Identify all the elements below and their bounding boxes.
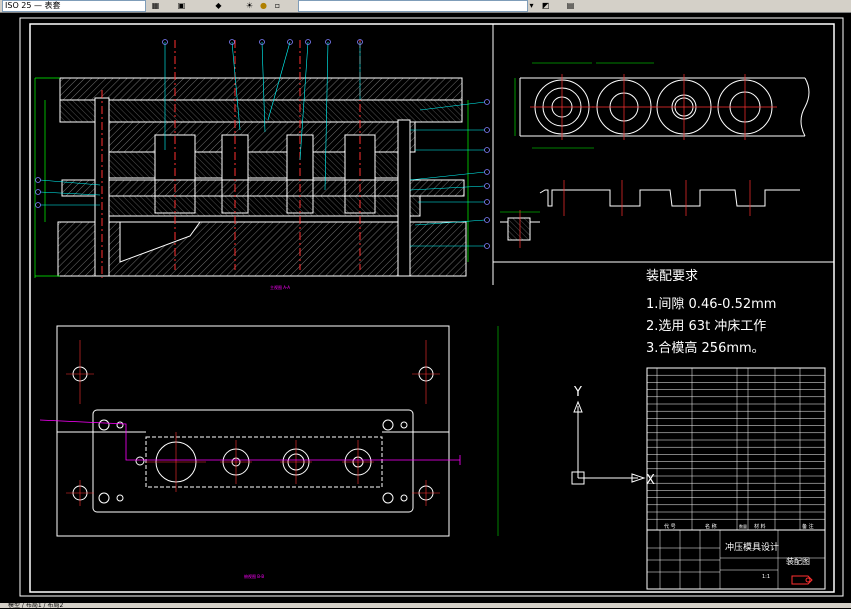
strip-layout-view[interactable] xyxy=(500,62,810,248)
layer-manager-icon[interactable]: ▦ xyxy=(150,0,161,11)
bulb-icon[interactable]: ● xyxy=(258,0,269,11)
style-combo[interactable] xyxy=(298,0,528,12)
title-block-scale: 1:1 xyxy=(762,574,770,580)
tech-req-2: 2.选用 63t 冲床工作 xyxy=(646,319,766,334)
front-section-view[interactable]: 主视图 A-A xyxy=(34,39,490,291)
layout-tabs[interactable]: 模型 / 布局1 / 布局2 xyxy=(8,603,63,609)
parts-header-material: 材 料 xyxy=(754,523,766,530)
layers-icon[interactable]: ◆ xyxy=(213,0,224,11)
properties-icon[interactable]: ▤ xyxy=(565,0,576,11)
title-block: 冲压模具设计 装配图 1:1 xyxy=(646,529,826,590)
ucs-y-label: Y xyxy=(573,385,582,400)
parts-list: 代 号 名 称 数量 材 料 备 注 xyxy=(646,367,826,531)
lock-icon[interactable]: ▫ xyxy=(272,0,283,11)
tech-req-3: 3.合模高 256mm。 xyxy=(646,340,765,356)
parts-header-name: 名 称 xyxy=(705,523,717,530)
ucs-icon: Y X xyxy=(571,385,655,488)
drawing-canvas[interactable]: 主视图 A-A 装配要求 1.间隙 0.46-0.52mm 2.选用 63t 冲… xyxy=(0,13,851,603)
match-icon[interactable]: ◩ xyxy=(540,0,551,11)
chevron-down-icon[interactable]: ▾ xyxy=(526,0,537,11)
parts-header-remark: 备 注 xyxy=(802,523,814,530)
tech-req-title: 装配要求 xyxy=(646,269,698,284)
technical-requirements: 装配要求 1.间隙 0.46-0.52mm 2.选用 63t 冲床工作 3.合模… xyxy=(646,269,776,356)
layer-combo[interactable]: ISO 25 — 表套 xyxy=(2,0,146,12)
plan-view[interactable]: 俯视图 B-B xyxy=(39,325,499,579)
section-label-front: 主视图 A-A xyxy=(270,284,290,290)
parts-header-qty: 数量 xyxy=(739,523,747,529)
title-block-type: 装配图 xyxy=(786,556,810,566)
layer-state-icon[interactable]: ▣ xyxy=(176,0,187,11)
parts-header-code: 代 号 xyxy=(664,523,676,530)
toolbar: ISO 25 — 表套 ▦ ▣ ◆ ☀ ● ▫ ▾ ◩ ▤ xyxy=(0,0,851,13)
section-label-plan: 俯视图 B-B xyxy=(244,573,264,579)
tech-req-1: 1.间隙 0.46-0.52mm xyxy=(646,297,776,312)
sun-icon[interactable]: ☀ xyxy=(244,0,255,11)
status-bar: 模型 / 布局1 / 布局2 xyxy=(0,603,851,609)
title-block-name: 冲压模具设计 xyxy=(725,541,779,553)
